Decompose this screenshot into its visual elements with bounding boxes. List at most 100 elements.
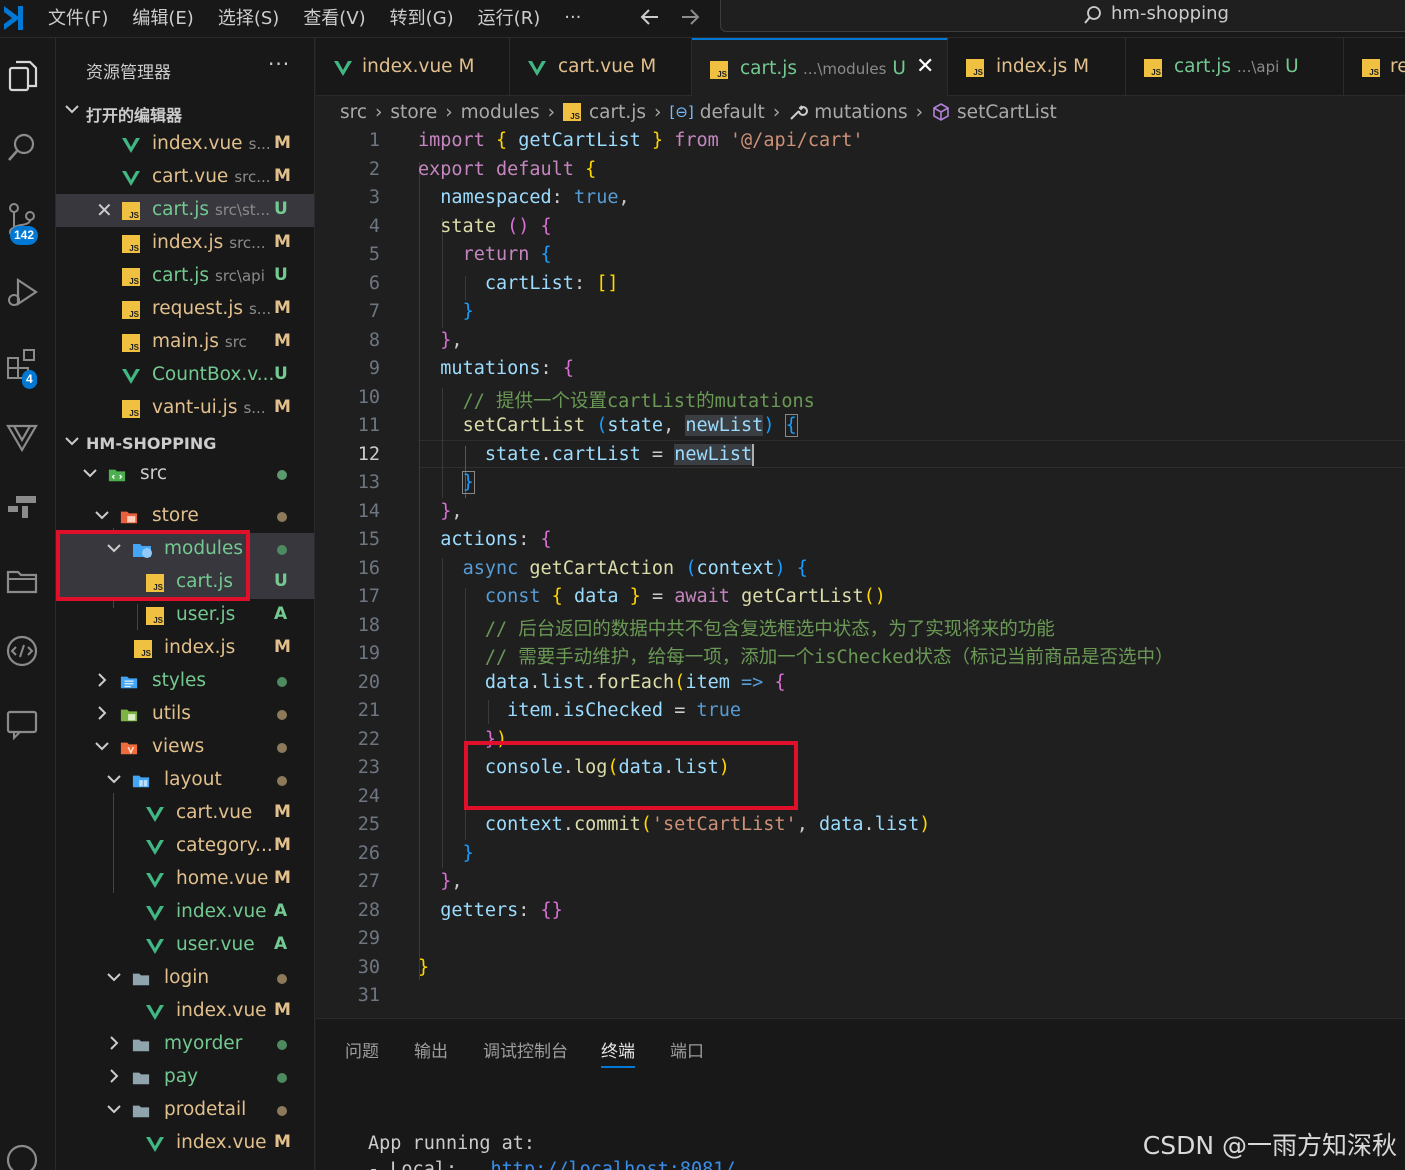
vue-devtools-icon[interactable] bbox=[4, 418, 40, 454]
project-header[interactable]: HM-SHOPPING bbox=[56, 428, 314, 458]
tree-folder-store[interactable]: store bbox=[56, 500, 314, 533]
menu-more[interactable]: ··· bbox=[564, 7, 581, 28]
menu-selection[interactable]: 选择(S) bbox=[218, 4, 279, 30]
tree-folder-src[interactable]: src bbox=[56, 458, 314, 491]
tab-index-vue[interactable]: index.vue M bbox=[316, 38, 510, 96]
js-file-icon bbox=[1362, 59, 1380, 77]
code-line: namespaced: true, bbox=[440, 187, 630, 208]
tree-file-login-index-vue[interactable]: index.vue M bbox=[56, 995, 314, 1028]
tree-folder-layout[interactable]: layout bbox=[56, 764, 314, 797]
breadcrumb-modules[interactable]: modules bbox=[461, 102, 540, 123]
vue-file-icon bbox=[528, 61, 546, 76]
chevron-right-icon: › bbox=[547, 101, 555, 123]
code-line: export default { bbox=[418, 159, 597, 180]
open-editor-item-active[interactable]: ✕ cart.js src\st... U bbox=[56, 194, 314, 227]
open-editor-item[interactable]: main.js src M bbox=[56, 326, 314, 359]
git-status: M bbox=[274, 331, 291, 351]
panel-tab-ports[interactable]: 端口 bbox=[670, 1037, 704, 1062]
tree-folder-login[interactable]: login bbox=[56, 962, 314, 995]
tree-folder-utils[interactable]: utils bbox=[56, 698, 314, 731]
tab-cart-vue[interactable]: cart.vue M bbox=[510, 38, 692, 96]
chat-icon[interactable] bbox=[4, 706, 40, 742]
code-line: cartList: [] bbox=[484, 273, 619, 294]
js-file-icon bbox=[146, 607, 164, 625]
live-share-icon[interactable] bbox=[4, 634, 40, 670]
tree-file-index-vue[interactable]: index.vue A bbox=[56, 896, 314, 929]
open-editor-item[interactable]: index.js src... M bbox=[56, 227, 314, 260]
panel-tab-debug-console[interactable]: 调试控制台 bbox=[483, 1037, 568, 1062]
tree-file-category-vue[interactable]: category... M bbox=[56, 830, 314, 863]
panel-tab-output[interactable]: 输出 bbox=[414, 1037, 448, 1062]
open-editor-item[interactable]: CountBox.v... U bbox=[56, 359, 314, 392]
tree-folder-myorder[interactable]: myorder bbox=[56, 1028, 314, 1061]
line-number: 25 bbox=[357, 814, 380, 835]
open-editor-item[interactable]: vant-ui.js s... M bbox=[56, 392, 314, 425]
file-desc: s... bbox=[248, 135, 271, 153]
explorer-icon[interactable] bbox=[4, 58, 40, 94]
tree-folder-pay[interactable]: pay bbox=[56, 1061, 314, 1094]
menu-bar: 文件(F) 编辑(E) 选择(S) 查看(V) 转到(G) 运行(R) ··· bbox=[48, 0, 605, 34]
close-icon[interactable]: ✕ bbox=[96, 198, 113, 222]
open-editor-item[interactable]: cart.js src\api U bbox=[56, 260, 314, 293]
close-icon[interactable]: ✕ bbox=[916, 54, 934, 79]
search-icon[interactable] bbox=[4, 130, 40, 166]
tab-label: index.js bbox=[996, 56, 1068, 77]
open-editor-item[interactable]: cart.vue src... M bbox=[56, 161, 314, 194]
open-editor-item[interactable]: index.vue s... M bbox=[56, 128, 314, 161]
menu-view[interactable]: 查看(V) bbox=[303, 4, 365, 30]
folder-name: styles bbox=[152, 670, 207, 691]
menu-go[interactable]: 转到(G) bbox=[390, 4, 454, 30]
terminal-local-url[interactable]: http://localhost:8081/ bbox=[491, 1159, 736, 1170]
tab-cart-js-modules[interactable]: cart.js ...\modules U ✕ bbox=[692, 38, 948, 96]
code-line: // 需要手动维护，给每一项，添加一个isChecked状态（标记当前商品是否选… bbox=[484, 647, 1174, 668]
tab-label: cart.js bbox=[1174, 56, 1232, 77]
back-arrow-icon[interactable] bbox=[638, 4, 662, 36]
file-name: index.vue bbox=[176, 1000, 267, 1021]
panel-tab-problems[interactable]: 问题 bbox=[345, 1037, 379, 1062]
menu-run[interactable]: 运行(R) bbox=[478, 4, 541, 30]
js-file-icon bbox=[122, 301, 140, 319]
tree-folder-styles[interactable]: styles bbox=[56, 665, 314, 698]
folder-icon[interactable] bbox=[4, 562, 40, 598]
breadcrumb-store[interactable]: store bbox=[390, 102, 437, 123]
breadcrumb-default[interactable]: default bbox=[700, 102, 765, 123]
tree-file-user-js[interactable]: user.js A bbox=[56, 599, 314, 632]
tree-file-home-vue[interactable]: home.vue M bbox=[56, 863, 314, 896]
forward-arrow-icon[interactable] bbox=[678, 4, 702, 36]
panel-tab-terminal[interactable]: 终端 bbox=[601, 1037, 635, 1068]
tree-file-user-vue[interactable]: user.vue A bbox=[56, 929, 314, 962]
git-status: M bbox=[274, 868, 291, 888]
open-editor-item[interactable]: request.js s... M bbox=[56, 293, 314, 326]
account-icon[interactable] bbox=[4, 1142, 40, 1170]
command-center[interactable]: hm-shopping bbox=[720, 0, 1405, 32]
breadcrumb-src[interactable]: src bbox=[340, 102, 367, 123]
file-name: vant-ui.js bbox=[152, 397, 238, 418]
breadcrumb-file[interactable]: cart.js bbox=[589, 102, 646, 123]
tab-overflow[interactable]: re bbox=[1344, 38, 1405, 96]
menu-file[interactable]: 文件(F) bbox=[48, 4, 108, 30]
tree-folder-views[interactable]: views bbox=[56, 731, 314, 764]
tree-file-index-js[interactable]: index.js M bbox=[56, 632, 314, 665]
remote-explorer-icon[interactable] bbox=[4, 490, 40, 526]
folder-icon bbox=[132, 1072, 150, 1085]
code-line: } bbox=[462, 301, 474, 322]
tree-folder-prodetail[interactable]: prodetail bbox=[56, 1094, 314, 1127]
menu-edit[interactable]: 编辑(E) bbox=[132, 4, 193, 30]
explorer-sidebar: 资源管理器 ··· 打开的编辑器 index.vue s... M cart.vu… bbox=[56, 38, 315, 1170]
code-editor[interactable]: 1 2 3 4 5 6 7 8 9 10 11 12 13 14 15 16 1… bbox=[316, 126, 1405, 1018]
run-debug-icon[interactable] bbox=[4, 274, 40, 310]
tab-cart-js-api[interactable]: cart.js ...\api U bbox=[1126, 38, 1344, 96]
tree-file-cart-vue[interactable]: cart.vue M bbox=[56, 797, 314, 830]
tab-index-js[interactable]: index.js M bbox=[948, 38, 1126, 96]
breadcrumb-setcartlist[interactable]: setCartList bbox=[957, 102, 1057, 123]
tab-status: U bbox=[1285, 56, 1299, 77]
tree-file-prodetail-index-vue[interactable]: index.vue M bbox=[56, 1127, 314, 1160]
explorer-more-button[interactable]: ··· bbox=[268, 52, 290, 76]
file-name: index.vue bbox=[176, 1132, 267, 1153]
open-editors-header[interactable]: 打开的编辑器 bbox=[56, 96, 314, 126]
file-name: user.js bbox=[176, 604, 236, 625]
status-dot bbox=[277, 470, 287, 480]
file-desc: src bbox=[224, 333, 247, 351]
breadcrumb-mutations[interactable]: mutations bbox=[814, 102, 907, 123]
line-number: 8 bbox=[368, 330, 380, 351]
